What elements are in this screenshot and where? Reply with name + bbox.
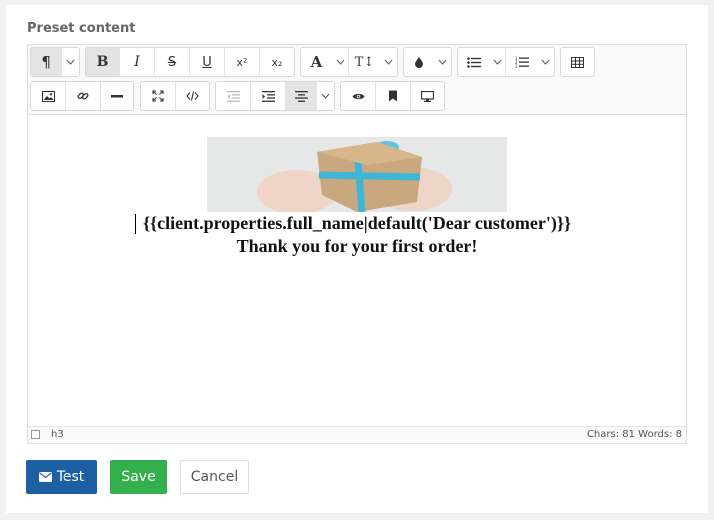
italic-icon: I	[134, 54, 140, 70]
svg-text:3: 3	[515, 64, 518, 68]
chevron-down-icon	[438, 59, 447, 65]
test-button[interactable]: Test	[26, 460, 97, 494]
strikethrough-button[interactable]: S	[155, 48, 190, 76]
font-size-icon: T↕	[354, 54, 375, 70]
font-family-button[interactable]: A	[301, 48, 332, 76]
align-dropdown[interactable]	[317, 82, 334, 110]
superscript-button[interactable]: x²	[225, 48, 260, 76]
outdent-button[interactable]	[216, 82, 251, 110]
bookmark-button[interactable]	[376, 82, 411, 110]
horizontal-line-icon	[111, 94, 123, 97]
numbered-list-dropdown[interactable]	[537, 48, 554, 76]
save-button[interactable]: Save	[110, 460, 167, 494]
bullet-list-button[interactable]	[458, 48, 489, 76]
align-center-button[interactable]	[286, 82, 317, 110]
insert-link-button[interactable]	[66, 82, 101, 110]
paragraph-format-button[interactable]: ¶	[31, 48, 63, 76]
fullscreen-button[interactable]	[141, 82, 176, 110]
numbered-list-button[interactable]: 123	[506, 48, 537, 76]
greeting-line[interactable]: Thank you for your first order!	[28, 236, 686, 257]
view-group	[140, 81, 210, 111]
italic-button[interactable]: I	[120, 48, 155, 76]
preview-group	[340, 81, 445, 111]
list-group: 123	[457, 47, 555, 77]
test-button-label: Test	[56, 469, 85, 485]
font-size-button[interactable]: T↕	[349, 48, 380, 76]
bullet-list-dropdown[interactable]	[489, 48, 506, 76]
indent-icon	[261, 90, 275, 102]
gift-photo-icon	[207, 137, 507, 212]
font-icon: A	[310, 53, 323, 71]
text-color-dropdown[interactable]	[434, 48, 451, 76]
chevron-down-icon	[336, 59, 344, 65]
code-view-button[interactable]	[176, 82, 209, 110]
editor-statusbar: h3 Chars: 81 Words: 8	[28, 426, 686, 443]
align-center-icon	[295, 90, 308, 102]
section-label: Preset content	[27, 21, 136, 36]
chevron-down-icon	[66, 59, 75, 65]
char-word-count: Chars: 81 Words: 8	[586, 429, 682, 440]
indent-button[interactable]	[251, 82, 286, 110]
cancel-button-label: Cancel	[190, 469, 239, 485]
expand-icon	[152, 90, 164, 102]
droplet-icon	[415, 57, 423, 68]
insert-table-button[interactable]	[561, 48, 594, 76]
save-button-label: Save	[121, 469, 156, 485]
table-icon	[571, 56, 584, 68]
rich-text-editor: ¶ B I S U x² x₂ A T↕ 123 {{client.proper…	[27, 44, 687, 444]
chevron-down-icon	[384, 59, 393, 65]
preview-button[interactable]	[341, 82, 376, 110]
envelope-icon	[38, 472, 52, 482]
editor-content-area[interactable]: {{client.properties.full_name|default('D…	[28, 115, 686, 426]
indent-align-group	[215, 81, 335, 111]
chevron-down-icon	[541, 59, 550, 65]
image-icon	[41, 90, 55, 102]
eye-icon	[352, 93, 364, 99]
code-icon	[186, 91, 199, 101]
insert-image-button[interactable]	[31, 82, 66, 110]
strikethrough-icon: S	[167, 54, 177, 70]
cancel-button[interactable]: Cancel	[180, 460, 249, 494]
outdent-icon	[226, 90, 240, 102]
bookmark-icon	[389, 90, 397, 102]
desktop-view-button[interactable]	[411, 82, 444, 110]
font-group: A T↕	[300, 47, 398, 77]
link-icon	[77, 92, 89, 100]
bullet-list-icon	[466, 56, 481, 68]
insert-group	[30, 81, 134, 111]
chevron-down-icon	[493, 59, 501, 65]
font-size-dropdown[interactable]	[380, 48, 397, 76]
paragraph-format-dropdown[interactable]	[62, 48, 79, 76]
subscript-button[interactable]: x₂	[260, 48, 294, 76]
monitor-icon	[421, 90, 434, 102]
bold-icon: B	[96, 54, 109, 70]
element-path[interactable]: h3	[51, 429, 64, 440]
paragraph-icon: ¶	[41, 53, 51, 71]
text-style-group: B I S U x² x₂	[85, 47, 295, 77]
bold-button[interactable]: B	[86, 48, 120, 76]
subscript-icon: x₂	[271, 55, 283, 69]
table-group	[560, 47, 595, 77]
gift-image[interactable]	[207, 137, 507, 212]
resize-handle-icon[interactable]	[31, 430, 40, 439]
text-color-button[interactable]	[404, 48, 434, 76]
horizontal-rule-button[interactable]	[101, 82, 133, 110]
underline-button[interactable]: U	[190, 48, 225, 76]
superscript-icon: x²	[236, 55, 248, 69]
paragraph-format-group: ¶	[30, 47, 80, 77]
template-name-line[interactable]: {{client.properties.full_name|default('D…	[28, 213, 686, 234]
editor-toolbar: ¶ B I S U x² x₂ A T↕ 123	[28, 45, 686, 115]
color-group	[403, 47, 452, 77]
numbered-list-icon: 123	[515, 56, 529, 68]
chevron-down-icon	[321, 93, 330, 99]
font-family-dropdown[interactable]	[332, 48, 349, 76]
underline-icon: U	[202, 54, 212, 70]
